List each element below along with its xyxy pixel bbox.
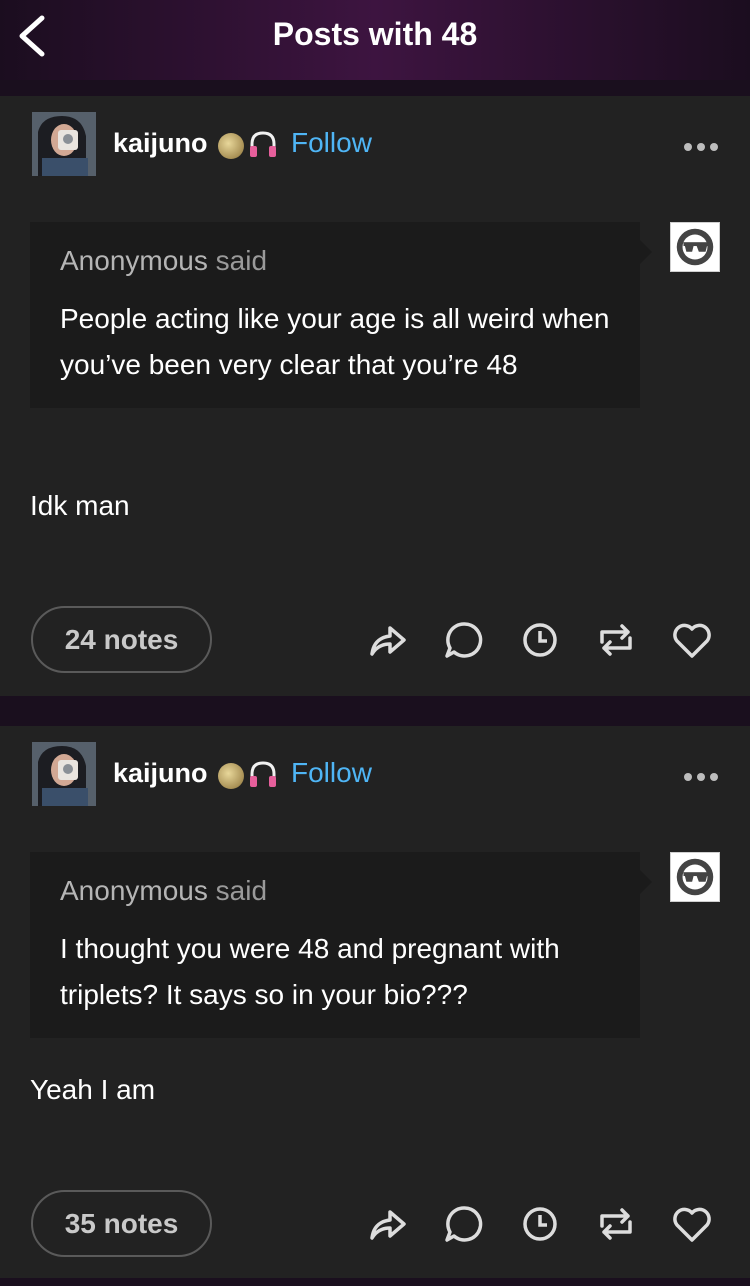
ask-box: Anonymous said I thought you were 48 and… bbox=[30, 852, 652, 1038]
post-header: kaijuno Follow bbox=[0, 726, 750, 826]
asker-said: said bbox=[215, 875, 268, 906]
username[interactable]: kaijuno bbox=[113, 128, 208, 159]
asker-name[interactable]: Anonymous bbox=[60, 245, 208, 276]
dot-icon bbox=[710, 773, 718, 781]
schedule-button[interactable] bbox=[518, 618, 562, 662]
ask-question: People acting like your age is all weird… bbox=[60, 303, 610, 380]
reply-icon bbox=[445, 1206, 483, 1242]
share-icon bbox=[370, 1210, 406, 1240]
avatar-image bbox=[32, 112, 96, 176]
reblog-icon bbox=[600, 624, 632, 656]
divider bbox=[0, 1278, 750, 1286]
moon-icon bbox=[218, 133, 244, 159]
dot-icon bbox=[697, 143, 705, 151]
reblog-button[interactable] bbox=[594, 618, 638, 662]
headphones-icon bbox=[250, 761, 276, 787]
reply-icon bbox=[445, 622, 483, 658]
dot-icon bbox=[684, 773, 692, 781]
avatar[interactable] bbox=[32, 742, 96, 806]
like-icon bbox=[673, 623, 711, 658]
top-bar: Posts with 48 bbox=[0, 0, 750, 80]
like-button[interactable] bbox=[670, 1202, 714, 1246]
divider bbox=[0, 696, 750, 726]
more-options-button[interactable] bbox=[684, 768, 726, 782]
reblog-button[interactable] bbox=[594, 1202, 638, 1246]
anonymous-avatar-icon bbox=[670, 222, 720, 272]
reply-button[interactable] bbox=[442, 1202, 486, 1246]
anonymous-avatar-icon bbox=[670, 852, 720, 902]
follow-button[interactable]: Follow bbox=[291, 127, 372, 159]
asker-name[interactable]: Anonymous bbox=[60, 875, 208, 906]
like-button[interactable] bbox=[670, 618, 714, 662]
username[interactable]: kaijuno bbox=[113, 758, 208, 789]
reblog-icon bbox=[600, 1208, 632, 1240]
reply-button[interactable] bbox=[442, 618, 486, 662]
notes-button[interactable]: 35 notes bbox=[31, 1190, 212, 1257]
avatar-image bbox=[32, 742, 96, 806]
page-title: Posts with 48 bbox=[272, 16, 478, 52]
asker-line: Anonymous said bbox=[60, 242, 610, 280]
ask-question: I thought you were 48 and pregnant with … bbox=[60, 933, 560, 1010]
follow-button[interactable]: Follow bbox=[291, 757, 372, 789]
post-answer: Yeah I am bbox=[30, 1074, 156, 1105]
avatar[interactable] bbox=[32, 112, 96, 176]
share-button[interactable] bbox=[366, 618, 410, 662]
schedule-icon bbox=[523, 623, 557, 657]
post-card: kaijuno Follow Anonymous said People act… bbox=[0, 96, 750, 696]
asker-line: Anonymous said bbox=[60, 872, 610, 910]
dot-icon bbox=[697, 773, 705, 781]
ask-box: Anonymous said People acting like your a… bbox=[30, 222, 652, 408]
like-icon bbox=[673, 1207, 711, 1242]
post-answer: Idk man bbox=[30, 490, 130, 521]
post-header: kaijuno Follow bbox=[0, 96, 750, 196]
more-options-button[interactable] bbox=[684, 138, 726, 152]
notes-button[interactable]: 24 notes bbox=[31, 606, 212, 673]
asker-said: said bbox=[215, 245, 268, 276]
schedule-button[interactable] bbox=[518, 1202, 562, 1246]
dot-icon bbox=[710, 143, 718, 151]
divider bbox=[0, 80, 750, 96]
schedule-icon bbox=[523, 1207, 557, 1241]
dot-icon bbox=[684, 143, 692, 151]
post-card: kaijuno Follow Anonymous said I thought … bbox=[0, 726, 750, 1278]
share-icon bbox=[370, 626, 406, 656]
headphones-icon bbox=[250, 131, 276, 157]
share-button[interactable] bbox=[366, 1202, 410, 1246]
moon-icon bbox=[218, 763, 244, 789]
